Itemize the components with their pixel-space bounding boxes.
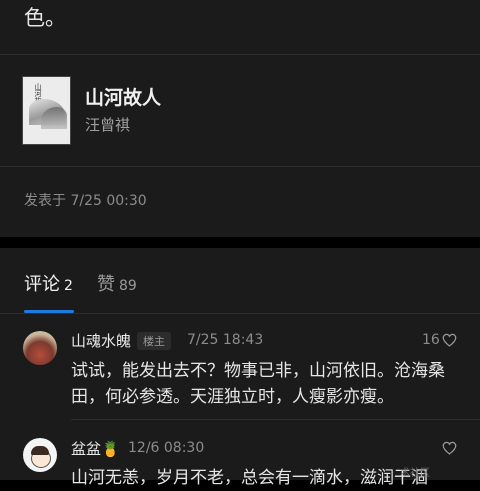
divider <box>0 54 480 55</box>
divider <box>0 313 480 314</box>
avatar-hair <box>31 446 49 455</box>
article-footer: 色。 山河故人 山河故人 汪曾祺 发表于 7/25 00:30 <box>0 0 480 237</box>
avatar[interactable] <box>23 331 57 365</box>
heart-icon[interactable] <box>442 441 457 455</box>
posted-time: 发表于 7/25 00:30 <box>24 193 147 209</box>
comment-username[interactable]: 山魂水魄 <box>71 330 131 351</box>
pineapple-icon: 🍍 <box>101 440 120 458</box>
divider <box>71 419 480 420</box>
book-title[interactable]: 山河故人 <box>85 83 161 110</box>
comment-like-count: 16 <box>422 332 440 348</box>
watermark: 术社区 <box>400 468 430 479</box>
tab-likes[interactable]: 赞 89 <box>97 270 137 296</box>
book-cover[interactable]: 山河故人 <box>23 77 70 144</box>
comment-text: 试试，能发出去不？物事已非，山河依旧。沧海桑田，何必参透。天涯独立时，人瘦影亦瘦… <box>71 361 445 407</box>
comment-text: 山河无恙，岁月不老，总会有一滴水，滋润干涸 <box>71 468 428 488</box>
tab-comments-count: 2 <box>64 278 73 294</box>
comments-section: 评论 2 赞 89 山魂水魄 楼主 7/25 18:43 16 试试，能发出去不？物… <box>0 248 480 488</box>
comment-time: 12/6 08:30 <box>128 440 205 456</box>
comment-username-text: 盆盆 <box>71 440 102 458</box>
tab-comments-label: 评论 <box>24 274 60 295</box>
comment-username[interactable]: 盆盆🍍 <box>71 438 120 459</box>
book-author[interactable]: 汪曾祺 <box>85 114 130 135</box>
avatar[interactable] <box>23 438 57 472</box>
comment-time: 7/25 18:43 <box>187 332 264 348</box>
tab-likes-label: 赞 <box>97 274 115 295</box>
tab-comments[interactable]: 评论 2 <box>24 270 73 296</box>
tab-likes-count: 89 <box>119 278 137 294</box>
divider <box>0 166 480 167</box>
heart-icon[interactable] <box>442 333 457 347</box>
author-badge: 楼主 <box>137 332 171 350</box>
article-trailing-text: 色。 <box>24 6 66 30</box>
cover-mountain <box>41 107 67 129</box>
